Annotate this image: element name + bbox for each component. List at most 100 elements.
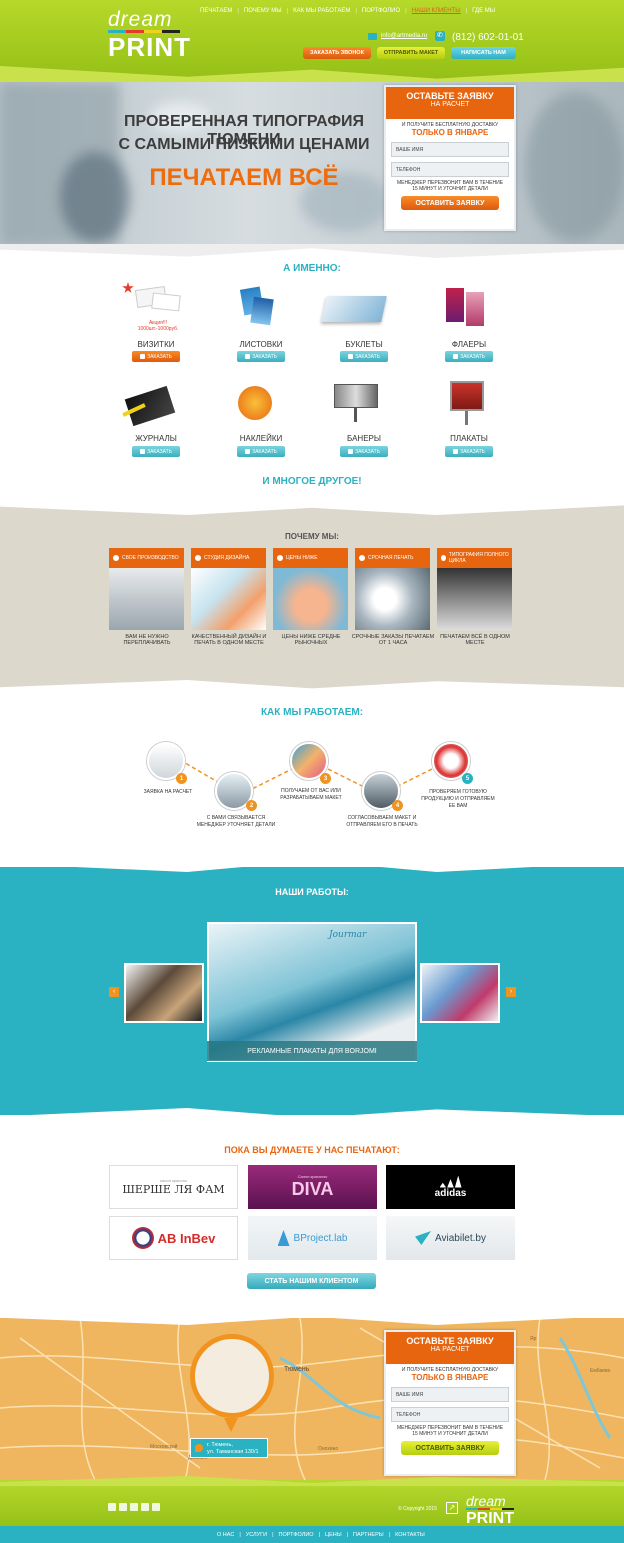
form2-name-input[interactable]: ВАШЕ ИМЯ: [391, 1387, 509, 1402]
works-slide-right[interactable]: [420, 963, 500, 1023]
footer-nav-services[interactable]: УСЛУГИ: [246, 1532, 267, 1538]
banery-image: [334, 384, 378, 422]
why-photo-design: [191, 568, 266, 630]
odnoklassniki-icon[interactable]: [119, 1503, 127, 1511]
client-logo-adidas[interactable]: adidas: [386, 1165, 515, 1209]
footer-nav-partners[interactable]: ПАРТНЕРЫ: [353, 1532, 384, 1538]
youtube-icon[interactable]: [152, 1503, 160, 1511]
mail-icon: [368, 33, 377, 40]
main-nav: ПЕЧАТАЕМ | ПОЧЕМУ МЫ | КАК МЫ РАБОТАЕМ | ПО…: [200, 8, 496, 14]
check-icon: [245, 354, 251, 359]
nav-item-print[interactable]: ПЕЧАТАЕМ: [200, 8, 232, 14]
bproject-icon: [277, 1230, 290, 1246]
nav-item-clients[interactable]: НАШИ КЛИЕНТЫ: [412, 8, 461, 14]
why-caption-5: ПЕЧАТАЕМ ВСЁ В ОДНОМ МЕСТЕ: [440, 634, 510, 646]
service-label-zhurnaly: ЖУРНАЛЫ: [135, 434, 177, 443]
order-button-zhurnaly[interactable]: ЗАКАЗАТЬ: [132, 446, 180, 457]
check-icon: [140, 449, 146, 454]
why-caption-3: ЦЕНЫ НИЖЕ СРЕДНЕ РЫНОЧНЫХ: [281, 634, 341, 646]
nav-item-how[interactable]: КАК МЫ РАБОТАЕМ: [293, 8, 350, 14]
form2-phone-input[interactable]: ТЕЛЕФОН: [391, 1407, 509, 1422]
nav-item-portfolio[interactable]: ПОРТФОЛИО: [362, 8, 400, 14]
order-button-listovki[interactable]: ЗАКАЗАТЬ: [237, 351, 285, 362]
check-icon: [453, 449, 459, 454]
hero-title-line2: С САМЫМИ НИЗКИМИ ЦЕНАМИ: [118, 136, 370, 153]
order-button-plakaty[interactable]: ЗАКАЗАТЬ: [445, 446, 493, 457]
phone-icon: ✆: [435, 31, 445, 41]
write-us-button[interactable]: НАПИСАТЬ НАМ: [451, 47, 516, 59]
form-name-input[interactable]: ВАШЕ ИМЯ: [391, 142, 509, 157]
service-label-banery: БАНЕРЫ: [347, 434, 381, 443]
send-layout-button[interactable]: ОТПРАВИТЬ МАКЕТ: [377, 47, 445, 59]
client-logo-diva[interactable]: Салон красоты DIVA: [248, 1165, 377, 1209]
form2-note: МЕНЕДЖЕР ПЕРЕЗВОНИТ ВАМ В ТЕЧЕНИЕ 15 МИН…: [396, 1425, 504, 1437]
order-button-buklety[interactable]: ЗАКАЗАТЬ: [340, 351, 388, 362]
logo-dream-text: dream: [108, 8, 173, 31]
works-slide-left[interactable]: [124, 963, 204, 1023]
order-form-bottom: ОСТАВЬТЕ ЗАЯВКУ НА РАСЧЕТ И ПОЛУЧИТЕ БЕС…: [384, 1330, 516, 1476]
client-logo-sherche[interactable]: салон красоты ШЕРШЕ ЛЯ ФАМ: [109, 1165, 238, 1209]
map-section[interactable]: Тюмень Московский Дивизия Ембаево Онохин…: [0, 1318, 624, 1480]
form2-promo-strong: ТОЛЬКО В ЯНВАРЕ: [411, 1373, 489, 1382]
check-icon: [453, 354, 459, 359]
form-subtitle: НА РАСЧЕТ: [430, 101, 470, 108]
nav-item-where[interactable]: ГДЕ МЫ: [472, 8, 495, 14]
form2-subtitle: НА РАСЧЕТ: [430, 1346, 470, 1353]
order-button-flaery[interactable]: ЗАКАЗАТЬ: [445, 351, 493, 362]
form-submit-button[interactable]: ОСТАВИТЬ ЗАЯВКУ: [401, 196, 499, 210]
order-form: ОСТАВЬТЕ ЗАЯВКУ НА РАСЧЕТ И ПОЛУЧИТЕ БЕС…: [384, 85, 516, 231]
header-email[interactable]: info@artmedia.ru: [381, 33, 427, 39]
works-title: НАШИ РАБОТЫ:: [275, 887, 349, 897]
works-slide-caption: РЕКЛАМНЫЕ ПЛАКАТЫ ДЛЯ BORJOMI: [207, 1041, 417, 1061]
services-title: А ИМЕННО:: [283, 263, 341, 274]
twitter-icon[interactable]: [141, 1503, 149, 1511]
check-icon: [140, 354, 146, 359]
form-note: МЕНЕДЖЕР ПЕРЕЗВОНИТ ВАМ В ТЕЧЕНИЕ 15 МИН…: [396, 180, 504, 192]
how-step-3-text: ПОЛУЧАЕМ ОТ ВАС ИЛИ РАЗРАБАТЫВАЕМ МАКЕТ: [280, 788, 342, 801]
aviabilet-plane-icon: [415, 1231, 432, 1245]
check-icon: [441, 555, 446, 561]
footer-logo[interactable]: dream PRINT: [466, 1494, 514, 1528]
service-label-flaery: ФЛАЕРЫ: [451, 340, 487, 349]
form-title: ОСТАВЬТЕ ЗАЯВКУ: [406, 91, 494, 101]
form2-submit-button[interactable]: ОСТАВИТЬ ЗАЯВКУ: [401, 1441, 499, 1455]
form-phone-input[interactable]: ТЕЛЕФОН: [391, 162, 509, 177]
why-card-1: СВОЕ ПРОИЗВОДСТВО: [109, 548, 184, 630]
service-label-vizitki: ВИЗИТКИ: [137, 340, 175, 349]
footer-nav-prices[interactable]: ЦЕНЫ: [325, 1532, 342, 1538]
copyright: © Copyright 2015: [398, 1506, 437, 1512]
footer-nav-contacts[interactable]: КОНТАКТЫ: [395, 1532, 425, 1538]
facebook-icon[interactable]: [130, 1503, 138, 1511]
service-label-buklety: БУКЛЕТЫ: [345, 340, 383, 349]
order-button-vizitki[interactable]: ЗАКАЗАТЬ: [132, 351, 180, 362]
footer-nav-about[interactable]: О НАС: [217, 1532, 234, 1538]
client-logo-abinbev[interactable]: AB InBev: [109, 1216, 238, 1260]
promo-text-2: 1000шт.-1000руб.: [137, 326, 179, 332]
why-card-3: ЦЕНЫ НИЖЕ: [273, 548, 348, 630]
client-logo-aviabilet[interactable]: Aviabilet.by: [386, 1216, 515, 1260]
footer-nav-portfolio[interactable]: ПОРТФОЛИО: [279, 1532, 314, 1538]
vk-icon[interactable]: [108, 1503, 116, 1511]
location-pin-icon: [195, 1444, 203, 1452]
form2-title: ОСТАВЬТЕ ЗАЯВКУ: [406, 1336, 494, 1346]
nav-item-why[interactable]: ПОЧЕМУ МЫ: [244, 8, 282, 14]
check-icon: [245, 449, 251, 454]
why-photo-printer: [437, 568, 512, 630]
abinbev-seal-icon: [131, 1227, 154, 1249]
client-logo-bproject[interactable]: BProject.lab: [248, 1216, 377, 1260]
slider-prev-arrow-icon[interactable]: ‹: [109, 987, 119, 997]
order-button-banery[interactable]: ЗАКАЗАТЬ: [340, 446, 388, 457]
slider-next-arrow-icon[interactable]: ›: [506, 987, 516, 997]
call-request-button[interactable]: ЗАКАЗАТЬ ЗВОНОК: [303, 47, 371, 59]
footer-nav: О НАС | УСЛУГИ | ПОРТФОЛИО | ЦЕНЫ | ПАРТНЕРЫ…: [217, 1532, 425, 1538]
why-photo-stopwatch: [355, 568, 430, 630]
why-caption-1: ВАМ НЕ НУЖНО ПЕРЕПЛАЧИВАТЬ: [123, 634, 171, 646]
developer-arrow-icon[interactable]: ↗: [446, 1502, 458, 1514]
become-client-button[interactable]: СТАТЬ НАШИМ КЛИЕНТОМ: [247, 1273, 376, 1289]
why-card-4: СРОЧНАЯ ПЕЧАТЬ: [355, 548, 430, 630]
logo[interactable]: dream PRINT: [108, 8, 191, 61]
check-icon: [113, 555, 119, 561]
order-button-nakleyki[interactable]: ЗАКАЗАТЬ: [237, 446, 285, 457]
flaery-image: [444, 286, 488, 330]
how-step-3-number: 3: [320, 773, 331, 784]
